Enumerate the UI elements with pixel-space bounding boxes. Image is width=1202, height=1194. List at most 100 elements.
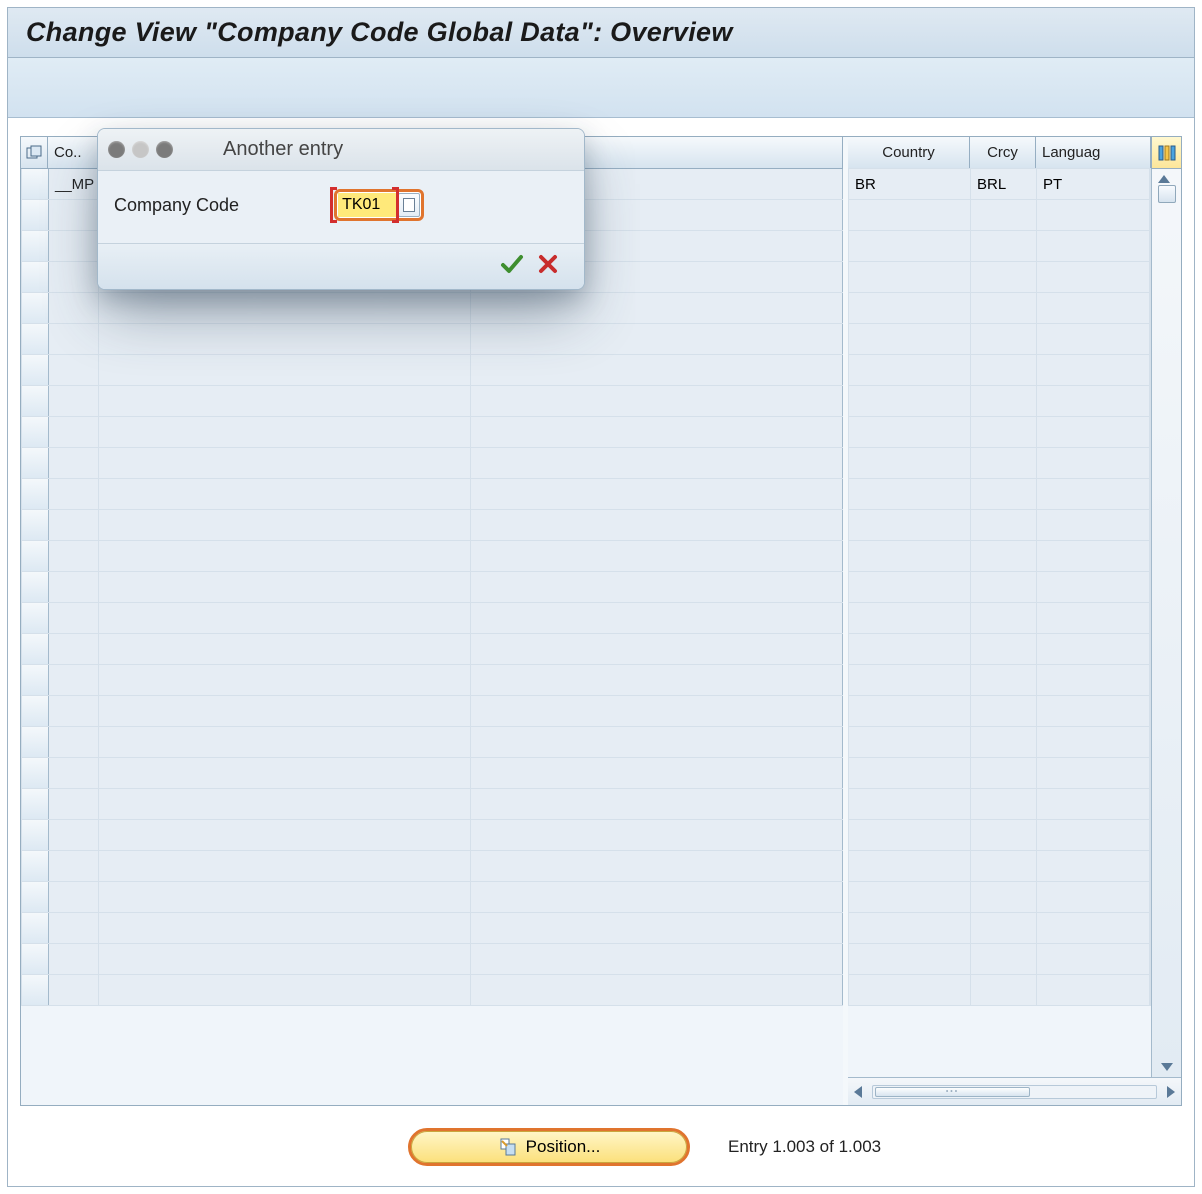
table-row[interactable] [21,540,843,572]
hscroll-track[interactable]: ••• [872,1085,1157,1099]
table-row[interactable] [848,819,1151,851]
row-selector[interactable] [22,262,49,292]
row-selector[interactable] [22,789,49,819]
table-row[interactable] [848,850,1151,882]
row-selector[interactable] [22,603,49,633]
row-selector[interactable] [22,200,49,230]
position-button[interactable]: Position... [408,1128,690,1166]
table-row[interactable] [848,602,1151,634]
row-selector[interactable] [22,572,49,602]
table-row[interactable] [848,261,1151,293]
table-row[interactable] [21,416,843,448]
table-row[interactable] [848,540,1151,572]
table-row[interactable] [21,292,843,324]
row-selector[interactable] [22,851,49,881]
table-row[interactable] [21,974,843,1006]
table-row[interactable] [848,199,1151,231]
table-row[interactable] [848,974,1151,1006]
table-row[interactable] [848,881,1151,913]
cancel-button[interactable] [536,252,560,281]
row-selector[interactable] [22,479,49,509]
column-header-language[interactable]: Languag [1036,137,1151,168]
table-row[interactable] [21,385,843,417]
minimize-window-icon[interactable] [132,141,149,158]
scroll-down-icon[interactable] [1161,1063,1173,1071]
table-row[interactable] [848,726,1151,758]
table-row[interactable] [21,354,843,386]
column-header-company-code[interactable]: Co.. [48,137,98,168]
table-row[interactable] [848,292,1151,324]
close-window-icon[interactable] [108,141,125,158]
scroll-up-icon[interactable] [1158,175,1170,183]
table-row[interactable] [21,602,843,634]
row-selector[interactable] [22,696,49,726]
row-selector[interactable] [22,975,49,1005]
row-selector[interactable] [22,634,49,664]
table-row[interactable] [848,509,1151,541]
dialog-title-bar[interactable]: Another entry [98,129,584,171]
row-selector[interactable] [22,944,49,974]
table-row[interactable] [21,881,843,913]
table-row[interactable] [21,943,843,975]
row-selector[interactable] [22,293,49,323]
table-row[interactable] [21,664,843,696]
scroll-left-icon[interactable] [854,1086,862,1098]
table-row[interactable] [21,633,843,665]
table-row[interactable] [848,788,1151,820]
horizontal-scrollbar[interactable]: ••• [848,1077,1181,1105]
row-selector[interactable] [22,665,49,695]
row-selector[interactable] [22,727,49,757]
table-row[interactable] [21,447,843,479]
cell-company-code[interactable]: __MP [49,169,99,199]
table-row[interactable] [21,323,843,355]
table-row[interactable] [21,571,843,603]
row-selector[interactable] [22,913,49,943]
row-selector[interactable] [22,231,49,261]
row-selector[interactable] [22,758,49,788]
table-row[interactable] [848,633,1151,665]
table-row[interactable] [21,850,843,882]
cell-language[interactable]: PT [1037,169,1150,199]
scroll-thumb[interactable] [1158,185,1176,203]
table-settings-button[interactable] [1151,137,1181,168]
table-row[interactable] [21,819,843,851]
vertical-scrollbar[interactable] [1151,169,1181,1077]
company-code-input[interactable] [338,193,396,217]
table-row[interactable] [21,509,843,541]
table-row[interactable] [21,788,843,820]
cell-country[interactable]: BR [849,169,971,199]
value-help-button[interactable] [398,193,420,217]
table-row[interactable] [848,354,1151,386]
table-row[interactable] [848,416,1151,448]
table-row[interactable] [21,757,843,789]
column-header-country[interactable]: Country [848,137,970,168]
table-row[interactable] [21,912,843,944]
maximize-window-icon[interactable] [156,141,173,158]
table-row[interactable] [21,695,843,727]
row-selector[interactable] [22,324,49,354]
table-row[interactable]: BRBRLPT [848,168,1151,200]
row-selector[interactable] [22,417,49,447]
table-row[interactable] [848,447,1151,479]
table-row[interactable] [848,230,1151,262]
cell-currency[interactable]: BRL [971,169,1037,199]
row-selector[interactable] [22,386,49,416]
confirm-button[interactable] [500,252,524,281]
table-row[interactable] [848,664,1151,696]
table-row[interactable] [848,757,1151,789]
row-selector[interactable] [22,541,49,571]
table-row[interactable] [21,726,843,758]
scroll-right-icon[interactable] [1167,1086,1175,1098]
row-selector[interactable] [22,510,49,540]
table-row[interactable] [848,478,1151,510]
table-row[interactable] [848,323,1151,355]
table-row[interactable] [848,912,1151,944]
row-selector[interactable] [22,820,49,850]
row-selector[interactable] [22,448,49,478]
row-selector[interactable] [22,355,49,385]
select-all-button[interactable] [21,137,48,168]
column-header-currency[interactable]: Crcy [970,137,1036,168]
row-selector[interactable] [22,169,49,199]
table-row[interactable] [848,571,1151,603]
hscroll-thumb[interactable]: ••• [875,1087,1030,1097]
